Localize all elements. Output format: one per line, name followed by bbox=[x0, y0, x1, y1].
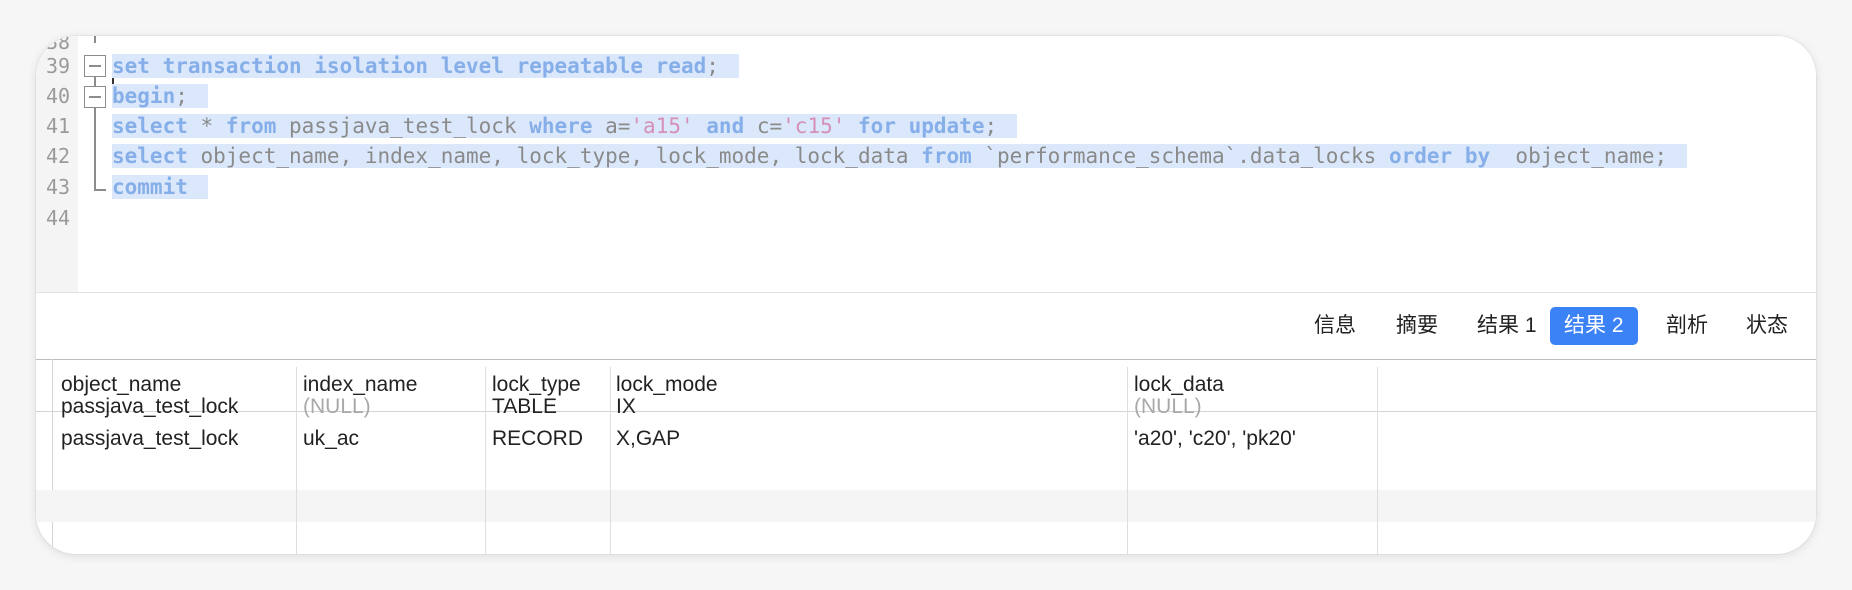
sql-string: 'c15' bbox=[782, 114, 846, 138]
sql-token: ; bbox=[175, 84, 188, 108]
table-cell[interactable]: TABLE bbox=[492, 395, 557, 419]
code-line-43: commit bbox=[112, 169, 208, 205]
sql-keyword: select bbox=[112, 144, 188, 168]
sql-keyword: from bbox=[225, 114, 277, 138]
line-number: 44 bbox=[46, 206, 71, 230]
column-header-lock-type[interactable]: lock_type bbox=[492, 373, 581, 397]
tab-info[interactable]: 信息 bbox=[1300, 307, 1370, 345]
line-number-gutter: 38 39 40 41 42 43 44 bbox=[36, 36, 78, 292]
table-cell[interactable]: uk_ac bbox=[303, 427, 359, 451]
sql-token: a= bbox=[592, 114, 631, 138]
table-cell[interactable]: 'a20', 'c20', 'pk20' bbox=[1134, 427, 1296, 451]
fold-guide bbox=[94, 108, 96, 190]
sql-keyword: where bbox=[529, 114, 593, 138]
result-tab-bar: 信息 摘要 结果 1 结果 2 剖析 状态 bbox=[36, 292, 1816, 360]
empty-row bbox=[36, 490, 1816, 522]
sql-keyword: order by bbox=[1388, 144, 1491, 168]
table-cell[interactable]: passjava_test_lock bbox=[61, 427, 238, 451]
tab-profile[interactable]: 剖析 bbox=[1652, 307, 1722, 345]
sql-token: * bbox=[187, 114, 226, 138]
table-cell[interactable]: (NULL) bbox=[303, 395, 371, 419]
tab-result-2[interactable]: 结果 2 bbox=[1550, 307, 1638, 345]
result-grid: object_name index_name lock_type lock_mo… bbox=[36, 359, 1816, 554]
sql-keyword: for update bbox=[858, 114, 985, 138]
sql-editor[interactable]: 38 39 40 41 42 43 44 set transaction iso… bbox=[36, 36, 1816, 292]
sql-keyword: commit bbox=[112, 175, 188, 199]
column-header-index-name[interactable]: index_name bbox=[303, 373, 417, 397]
column-divider[interactable] bbox=[296, 367, 297, 554]
column-divider[interactable] bbox=[1377, 367, 1378, 554]
sql-token: `performance_schema`.data_locks bbox=[971, 144, 1389, 168]
navicat-query-window: 38 39 40 41 42 43 44 set transaction iso… bbox=[36, 36, 1816, 554]
sql-keyword: and bbox=[706, 114, 745, 138]
sql-token: passjava_test_lock bbox=[276, 114, 530, 138]
sql-keyword: begin bbox=[112, 84, 176, 108]
tab-result-1[interactable]: 结果 1 bbox=[1463, 307, 1551, 345]
table-cell[interactable]: RECORD bbox=[492, 427, 583, 451]
column-divider[interactable] bbox=[485, 367, 486, 554]
fold-collapse-icon[interactable] bbox=[84, 55, 106, 77]
fold-end-marker bbox=[94, 189, 106, 191]
sql-string: 'a15' bbox=[630, 114, 694, 138]
code-line-42: select object_name, index_name, lock_typ… bbox=[112, 138, 1688, 174]
sql-token: object_name; bbox=[1490, 144, 1668, 168]
sql-token: ; bbox=[984, 114, 998, 138]
sql-token: ; bbox=[706, 54, 719, 78]
fold-collapse-icon[interactable] bbox=[84, 86, 106, 108]
column-divider[interactable] bbox=[1127, 367, 1128, 554]
table-cell[interactable]: (NULL) bbox=[1134, 395, 1202, 419]
sql-token: object_name, index_name, lock_type, lock… bbox=[187, 144, 922, 168]
fold-guide bbox=[94, 77, 96, 86]
sql-token: c= bbox=[744, 114, 783, 138]
sql-keyword: from bbox=[921, 144, 972, 168]
column-divider[interactable] bbox=[610, 367, 611, 554]
table-cell[interactable]: passjava_test_lock bbox=[61, 395, 238, 419]
column-header-lock-mode[interactable]: lock_mode bbox=[616, 373, 718, 397]
sql-keyword: set transaction isolation level repeatab… bbox=[112, 54, 707, 78]
table-cell[interactable]: X,GAP bbox=[616, 427, 680, 451]
column-header-object-name[interactable]: object_name bbox=[61, 373, 181, 397]
table-cell[interactable]: IX bbox=[616, 395, 636, 419]
column-header-lock-data[interactable]: lock_data bbox=[1134, 373, 1224, 397]
fold-guide bbox=[94, 36, 96, 43]
sql-keyword: select bbox=[112, 114, 188, 138]
tab-status[interactable]: 状态 bbox=[1732, 307, 1802, 345]
tab-summary[interactable]: 摘要 bbox=[1382, 307, 1452, 345]
